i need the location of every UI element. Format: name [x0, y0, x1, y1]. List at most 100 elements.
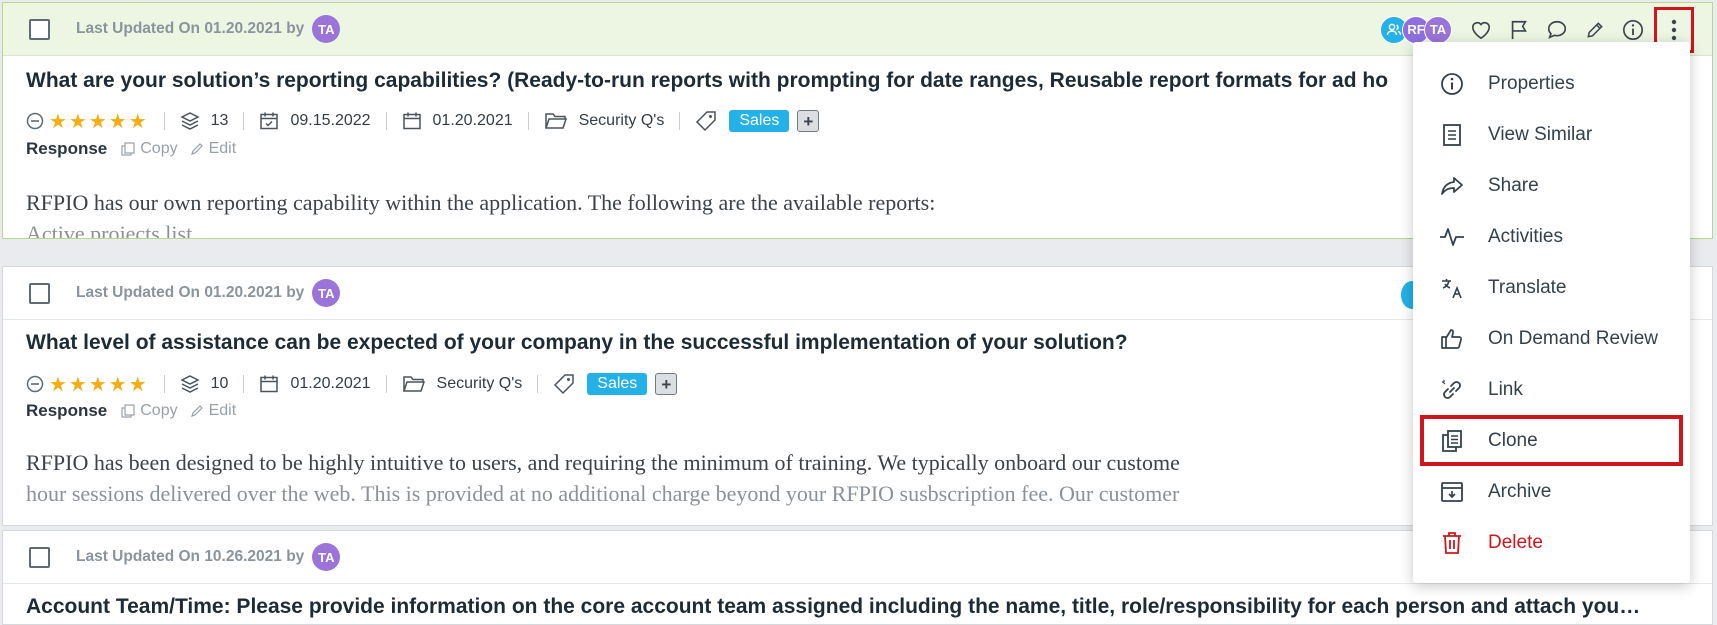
add-tag-button[interactable]: +: [655, 373, 678, 395]
avatar: TA: [312, 543, 341, 571]
question-title[interactable]: What level of assistance can be expected…: [26, 331, 1128, 355]
select-checkbox[interactable]: [29, 546, 50, 568]
menu-item-clone[interactable]: Clone: [1420, 415, 1683, 466]
response-line: RFPIO has our own reporting capability w…: [26, 190, 936, 215]
divider: [163, 112, 165, 130]
menu-item-activities[interactable]: Activities: [1413, 211, 1690, 262]
response-label: Response: [26, 401, 108, 420]
edit-icon: [190, 405, 203, 417]
avatar: TA: [312, 279, 341, 307]
menu-item-label: On Demand Review: [1488, 327, 1659, 349]
response-label: Response: [26, 139, 108, 158]
meta-row: ★★★★★ 10 01.20.2021 Security Q's Sales +: [26, 371, 678, 397]
menu-item-label: Link: [1488, 378, 1523, 400]
pencil-icon[interactable]: [1576, 20, 1614, 40]
add-tag-button[interactable]: +: [797, 110, 820, 132]
menu-item-delete[interactable]: Delete: [1413, 517, 1690, 568]
info-icon[interactable]: [1614, 19, 1652, 41]
divider: [527, 112, 529, 130]
thumbs-up-icon: [1438, 325, 1466, 353]
divider: [385, 375, 387, 393]
divider: [163, 375, 165, 393]
select-checkbox[interactable]: [29, 18, 50, 40]
menu-item-properties[interactable]: Properties: [1413, 58, 1690, 109]
activity-icon: [1438, 223, 1466, 251]
translate-icon: [1438, 274, 1466, 302]
copy-icon: [121, 142, 135, 156]
minus-circle-icon[interactable]: [26, 112, 44, 130]
folder-icon: [402, 374, 426, 394]
last-updated-label: Last Updated On 01.20.2021 by: [76, 20, 305, 37]
tag-icon: [553, 373, 575, 395]
response-body[interactable]: RFPIO has been designed to be highly int…: [26, 446, 1180, 510]
meta-row: ★★★★★ 13 09.15.2022 01.20.2021 Security …: [26, 108, 820, 134]
share-icon: [1438, 172, 1466, 200]
question-title[interactable]: What are your solution’s reporting capab…: [26, 69, 1388, 93]
flag-icon[interactable]: [1500, 19, 1538, 41]
divider: [385, 112, 387, 130]
response-header: Response Copy Edit: [26, 401, 248, 421]
divider: [537, 375, 539, 393]
divider: [243, 112, 245, 130]
menu-item-share[interactable]: Share: [1413, 160, 1690, 211]
edit-button[interactable]: Edit: [190, 140, 236, 158]
response-line: hour sessions delivered over the web. Th…: [26, 481, 1180, 506]
menu-item-label: Share: [1488, 174, 1539, 196]
menu-item-archive[interactable]: Archive: [1413, 466, 1690, 517]
question-title[interactable]: Account Team/Time: Please provide inform…: [26, 595, 1640, 619]
menu-item-view-similar[interactable]: View Similar: [1413, 109, 1690, 160]
link-icon: [1438, 376, 1466, 404]
tag-icon: [695, 110, 717, 132]
response-line: Active projects list: [26, 221, 193, 239]
folder-name[interactable]: Security Q's: [579, 112, 665, 130]
menu-item-label: Activities: [1488, 225, 1563, 247]
copy-button[interactable]: Copy: [121, 402, 178, 420]
copy-label: Copy: [140, 140, 178, 157]
response-header: Response Copy Edit: [26, 139, 248, 159]
calendar-icon: [259, 374, 279, 394]
due-date: 09.15.2022: [290, 112, 371, 129]
usage-count: 10: [210, 375, 229, 392]
copy-button[interactable]: Copy: [121, 140, 178, 158]
menu-item-label: Delete: [1488, 531, 1543, 553]
edit-icon: [190, 143, 203, 155]
folder-name[interactable]: Security Q's: [437, 375, 523, 393]
comment-icon[interactable]: [1538, 19, 1576, 41]
tag-badge[interactable]: Sales: [587, 373, 648, 395]
copy-label: Copy: [140, 402, 178, 419]
menu-item-translate[interactable]: Translate: [1413, 262, 1690, 313]
minus-circle-icon[interactable]: [26, 375, 44, 393]
rating-stars[interactable]: ★★★★★: [49, 372, 149, 397]
usage-count: 13: [210, 112, 229, 129]
updated-date: 01.20.2021: [432, 112, 513, 129]
edit-button[interactable]: Edit: [190, 402, 236, 420]
folder-icon: [544, 111, 568, 131]
last-updated-label: Last Updated On 01.20.2021 by: [76, 284, 305, 301]
calendar-check-icon: [259, 111, 279, 131]
avatar: TA: [312, 15, 341, 43]
clone-icon: [1438, 427, 1466, 455]
menu-item-label: Translate: [1488, 276, 1567, 298]
menu-item-on-demand-review[interactable]: On Demand Review: [1413, 313, 1690, 364]
document-icon: [1438, 121, 1466, 149]
archive-icon: [1438, 478, 1466, 506]
select-checkbox[interactable]: [29, 282, 50, 304]
tag-badge[interactable]: Sales: [729, 110, 790, 132]
divider: [243, 375, 245, 393]
assignee-avatars[interactable]: RF TA: [1380, 15, 1452, 44]
rating-stars[interactable]: ★★★★★: [49, 109, 149, 134]
menu-item-link[interactable]: Link: [1413, 364, 1690, 415]
response-line: RFPIO has been designed to be highly int…: [26, 450, 1180, 475]
divider: [679, 112, 681, 130]
menu-item-label: Archive: [1488, 480, 1552, 502]
menu-item-label: Clone: [1488, 429, 1538, 451]
heart-icon[interactable]: [1462, 20, 1500, 40]
response-body[interactable]: RFPIO has our own reporting capability w…: [26, 186, 936, 239]
info-icon: [1438, 70, 1466, 98]
calendar-icon: [402, 111, 422, 131]
context-menu: Properties View Similar Share Activities…: [1413, 42, 1690, 583]
last-updated-label: Last Updated On 10.26.2021 by: [76, 548, 305, 565]
updated-date: 01.20.2021: [290, 375, 371, 392]
layers-icon: [179, 374, 200, 394]
trash-icon: [1438, 529, 1466, 557]
